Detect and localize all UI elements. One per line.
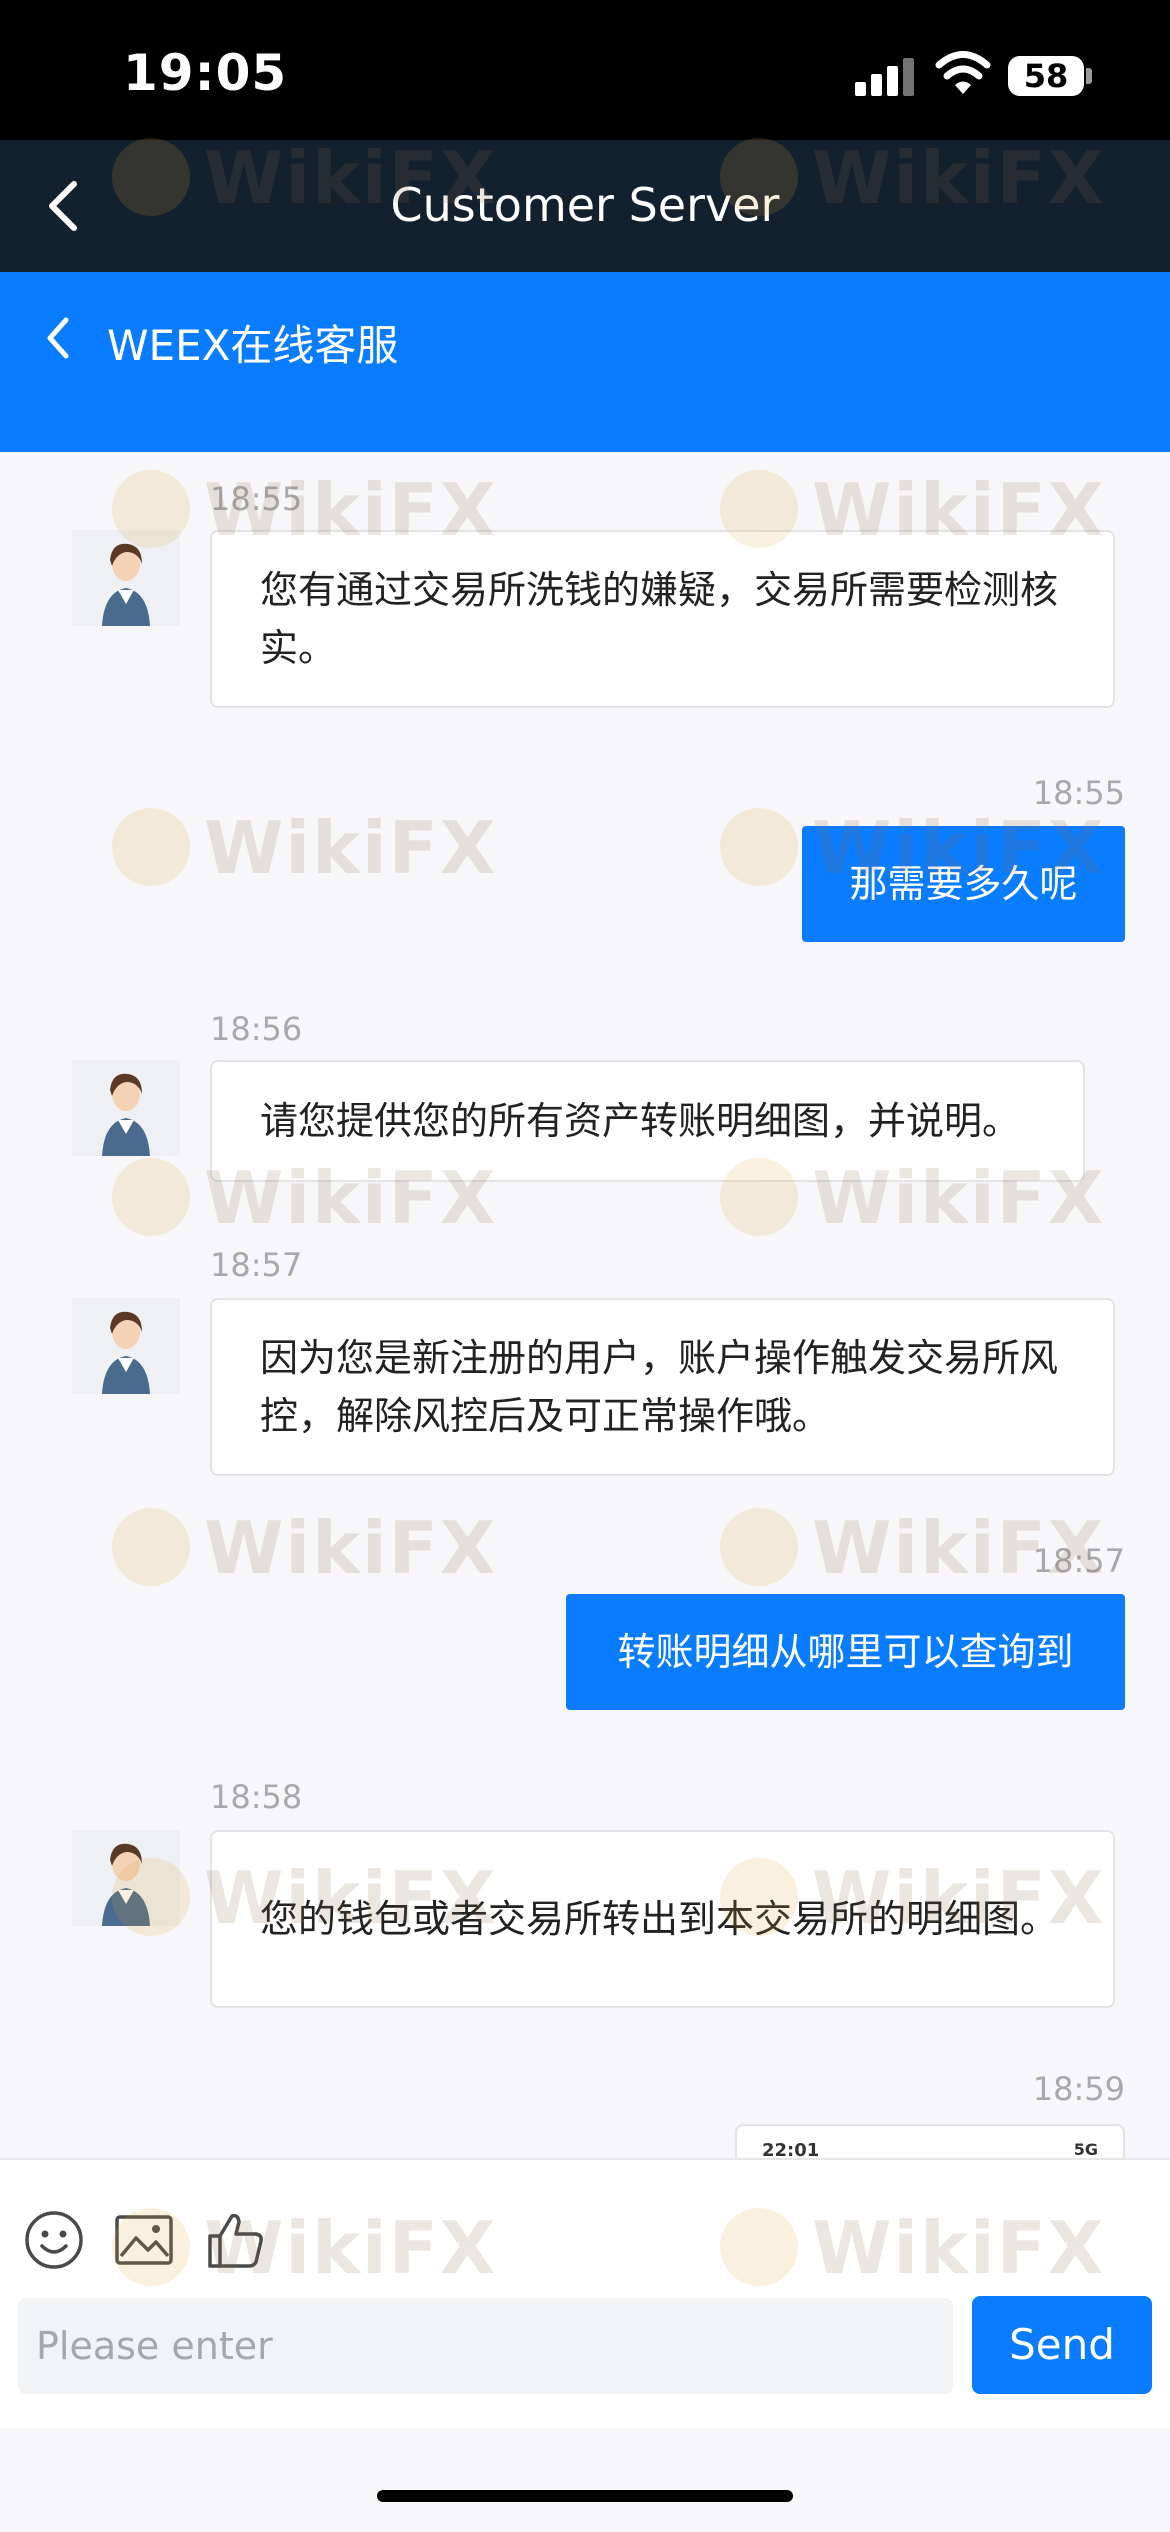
composer: Send (0, 2158, 1170, 2430)
thumbs-up-icon[interactable] (204, 2208, 268, 2272)
chat-area[interactable]: 18:55 您有通过交易所洗钱的嫌疑，交易所需要检测核实。 18:55 那需要多… (0, 452, 1170, 2158)
message-timestamp: 18:57 (210, 1246, 303, 1284)
user-message-bubble: 转账明细从哪里可以查询到 (566, 1594, 1125, 1710)
battery-tip (1086, 68, 1092, 84)
message-timestamp: 18:55 (210, 480, 303, 518)
chat-header: WEEX在线客服 (0, 272, 1170, 452)
agent-message-bubble: 您的钱包或者交易所转出到本交易所的明细图。 (210, 1830, 1115, 2008)
home-area (0, 2428, 1170, 2532)
message-timestamp: 18:55 (1032, 774, 1125, 812)
message-timestamp: 18:56 (210, 1010, 303, 1048)
image-icon[interactable] (112, 2208, 176, 2272)
emoji-icon[interactable] (22, 2208, 86, 2272)
back-chevron-icon[interactable] (34, 308, 84, 368)
agent-avatar (72, 1298, 180, 1394)
agent-message-bubble: 因为您是新注册的用户，账户操作触发交易所风控，解除风控后及可正常操作哦。 (210, 1298, 1115, 1476)
message-input[interactable] (18, 2298, 953, 2394)
agent-avatar (72, 1830, 180, 1926)
wifi-icon (935, 51, 991, 94)
status-bar: 19:05 58 (0, 0, 1170, 140)
nav-title: Customer Server (390, 178, 780, 232)
message-timestamp: 18:59 (1032, 2070, 1125, 2108)
image-message-thumbnail[interactable]: 22:01 5G (735, 2124, 1125, 2158)
message-timestamp: 18:57 (1032, 1542, 1125, 1580)
home-indicator[interactable] (377, 2490, 793, 2502)
nav-bar: Customer Server (0, 140, 1170, 272)
cellular-signal-icon (855, 56, 915, 96)
user-message-bubble: 那需要多久呢 (802, 826, 1125, 942)
thumbnail-network: 5G (1073, 2140, 1098, 2158)
agent-avatar (72, 530, 180, 626)
chat-title: WEEX在线客服 (107, 321, 399, 370)
battery-icon: 58 (1008, 56, 1084, 96)
agent-message-bubble: 您有通过交易所洗钱的嫌疑，交易所需要检测核实。 (210, 530, 1115, 708)
message-timestamp: 18:58 (210, 1778, 303, 1816)
status-time: 19:05 (123, 44, 288, 102)
thumbnail-time: 22:01 (762, 2140, 820, 2158)
agent-avatar (72, 1060, 180, 1156)
send-button[interactable]: Send (972, 2296, 1152, 2394)
agent-message-bubble: 请您提供您的所有资产转账明细图，并说明。 (210, 1060, 1085, 1182)
